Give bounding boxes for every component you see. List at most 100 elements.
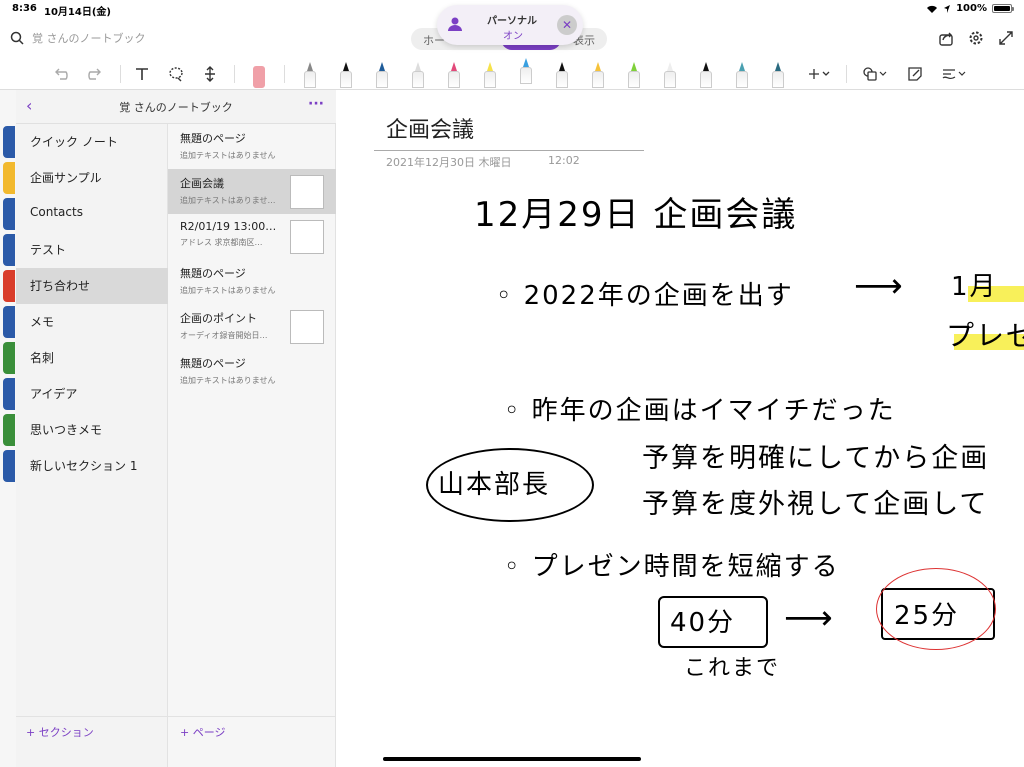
undo-icon[interactable] bbox=[50, 62, 72, 86]
page-item-title: 無題のページ bbox=[180, 132, 246, 145]
search-field[interactable]: 覚 さんのノートブック bbox=[10, 30, 146, 46]
section-item[interactable]: Contacts bbox=[16, 196, 168, 232]
status-time: 8:36 bbox=[12, 3, 37, 14]
page-item[interactable]: R2/01/19 13:00… アドレス 求京都南区… bbox=[168, 214, 336, 259]
pen-tool[interactable] bbox=[626, 62, 642, 88]
ink-arrow-1[interactable]: ⟶ bbox=[854, 266, 905, 306]
pen-tool[interactable] bbox=[662, 62, 678, 88]
wifi-icon bbox=[927, 5, 938, 13]
text-tool-icon[interactable] bbox=[131, 62, 153, 86]
page-item[interactable]: 無題のページ 追加テキストはありません bbox=[168, 124, 336, 169]
pen-tool[interactable] bbox=[734, 62, 750, 88]
page-title[interactable]: 企画会議 bbox=[386, 112, 474, 144]
section-color-strip bbox=[0, 90, 16, 767]
ink-line-1[interactable]: ◦ 2022年の企画を出す bbox=[496, 275, 794, 312]
ink-circled-name[interactable]: 山本部長 bbox=[438, 464, 550, 501]
section-item[interactable]: 思いつきメモ bbox=[16, 412, 168, 448]
section-color-tab[interactable] bbox=[3, 162, 15, 194]
page-thumbnail bbox=[290, 220, 324, 254]
section-color-tab[interactable] bbox=[3, 234, 15, 266]
status-date: 10月14日(金) bbox=[44, 7, 111, 18]
shapes-icon[interactable] bbox=[860, 62, 890, 86]
ink-arrow-2[interactable]: ⟶ bbox=[784, 598, 835, 638]
expand-icon[interactable] bbox=[998, 30, 1014, 46]
pen-tool[interactable] bbox=[698, 62, 714, 88]
page-time: 12:02 bbox=[548, 154, 580, 167]
section-item[interactable]: 企画サンプル bbox=[16, 160, 168, 196]
footer-divider bbox=[16, 716, 336, 717]
page-item[interactable]: 企画のポイント オーディオ録音開始日… bbox=[168, 304, 336, 349]
ink-box-2-text[interactable]: 25分 bbox=[894, 595, 959, 632]
pen-tool[interactable] bbox=[302, 62, 318, 88]
toolbar-divider bbox=[120, 65, 121, 83]
share-icon[interactable] bbox=[938, 30, 954, 46]
section-item[interactable]: メモ bbox=[16, 304, 168, 340]
section-color-tab[interactable] bbox=[3, 198, 15, 230]
section-item[interactable]: クイック ノート bbox=[16, 124, 168, 160]
pen-tool[interactable] bbox=[374, 62, 390, 88]
ink-to-text-icon[interactable] bbox=[940, 62, 970, 86]
add-page-button[interactable]: + ページ bbox=[180, 724, 226, 740]
section-color-tab[interactable] bbox=[3, 126, 15, 158]
account-name: パーソナル bbox=[487, 16, 537, 27]
eraser-icon[interactable] bbox=[251, 62, 267, 88]
account-popup[interactable]: パーソナル オン ✕ bbox=[437, 5, 583, 45]
section-color-tab[interactable] bbox=[3, 342, 15, 374]
section-list: クイック ノート 企画サンプル Contacts テスト 打ち合わせ メモ 名刺 アイデア 思い… bbox=[16, 90, 168, 767]
section-item[interactable]: アイデア bbox=[16, 376, 168, 412]
page-item[interactable]: 企画会議 追加テキストはありませ… bbox=[168, 169, 336, 214]
page-item-title: 企画会議 bbox=[180, 177, 224, 190]
ink-line-1-right-2[interactable]: プレゼ bbox=[946, 314, 1024, 354]
sticky-note-icon[interactable] bbox=[904, 62, 926, 86]
section-color-tab[interactable] bbox=[3, 378, 15, 410]
page-item[interactable]: 無題のページ 追加テキストはありません bbox=[168, 259, 336, 304]
insert-space-icon[interactable] bbox=[199, 62, 221, 86]
gear-icon[interactable] bbox=[968, 30, 984, 46]
notebook-header: ‹ 覚 さんのノートブック ··· bbox=[16, 90, 336, 124]
ink-note[interactable]: これまで bbox=[684, 650, 780, 682]
add-pen-icon[interactable] bbox=[804, 62, 834, 86]
ink-line-3[interactable]: 予算を明確にしてから企画 bbox=[642, 436, 989, 475]
more-icon[interactable]: ··· bbox=[308, 96, 324, 112]
page-thumbnail bbox=[290, 310, 324, 344]
ink-line-1-right[interactable]: 1月 bbox=[951, 266, 998, 303]
ink-line-4[interactable]: 予算を度外視して企画して bbox=[642, 482, 988, 521]
account-state: オン bbox=[503, 31, 523, 42]
location-icon bbox=[944, 4, 951, 13]
section-item[interactable]: 新しいセクション 1 bbox=[16, 448, 168, 484]
pen-tool[interactable] bbox=[518, 58, 534, 84]
page-list: 無題のページ 追加テキストはありません 企画会議 追加テキストはありませ… R2/01/… bbox=[168, 90, 336, 767]
ink-line-5[interactable]: ◦ プレゼン時間を短縮する bbox=[504, 546, 840, 583]
pen-tool[interactable] bbox=[482, 62, 498, 88]
page-item-title: 無題のページ bbox=[180, 357, 246, 370]
notebook-title: 覚 さんのノートブック bbox=[119, 101, 233, 114]
pen-tool[interactable] bbox=[770, 62, 786, 88]
section-item[interactable]: テスト bbox=[16, 232, 168, 268]
page-item-title: 無題のページ bbox=[180, 267, 246, 280]
lasso-icon[interactable] bbox=[165, 62, 187, 86]
home-indicator[interactable] bbox=[383, 757, 641, 761]
page-item-subtitle: 追加テキストはありません bbox=[180, 376, 276, 385]
pen-tool[interactable] bbox=[446, 62, 462, 88]
pen-tool[interactable] bbox=[554, 62, 570, 88]
page-thumbnail bbox=[290, 175, 324, 209]
section-color-tab[interactable] bbox=[3, 306, 15, 338]
close-icon[interactable]: ✕ bbox=[557, 15, 577, 35]
ink-box-1-text[interactable]: 40分 bbox=[670, 602, 735, 639]
ink-heading[interactable]: 12月29日 企画会議 bbox=[474, 187, 797, 236]
draw-toolbar bbox=[0, 58, 1024, 90]
section-item[interactable]: 打ち合わせ bbox=[16, 268, 168, 304]
pen-tool[interactable] bbox=[590, 62, 606, 88]
page-canvas[interactable]: 企画会議 2021年12月30日 木曜日 12:02 12月29日 企画会議 ◦… bbox=[336, 90, 1024, 767]
redo-icon[interactable] bbox=[84, 62, 106, 86]
toolbar-divider bbox=[846, 65, 847, 83]
section-color-tab[interactable] bbox=[3, 450, 15, 482]
pen-tool[interactable] bbox=[410, 62, 426, 88]
section-item[interactable]: 名刺 bbox=[16, 340, 168, 376]
add-section-button[interactable]: + セクション bbox=[26, 724, 94, 740]
pen-tool[interactable] bbox=[338, 62, 354, 88]
section-color-tab[interactable] bbox=[3, 270, 15, 302]
ink-line-2[interactable]: ◦ 昨年の企画はイマイチだった bbox=[504, 390, 896, 427]
section-color-tab[interactable] bbox=[3, 414, 15, 446]
page-item[interactable]: 無題のページ追加テキストはありません bbox=[168, 349, 336, 394]
